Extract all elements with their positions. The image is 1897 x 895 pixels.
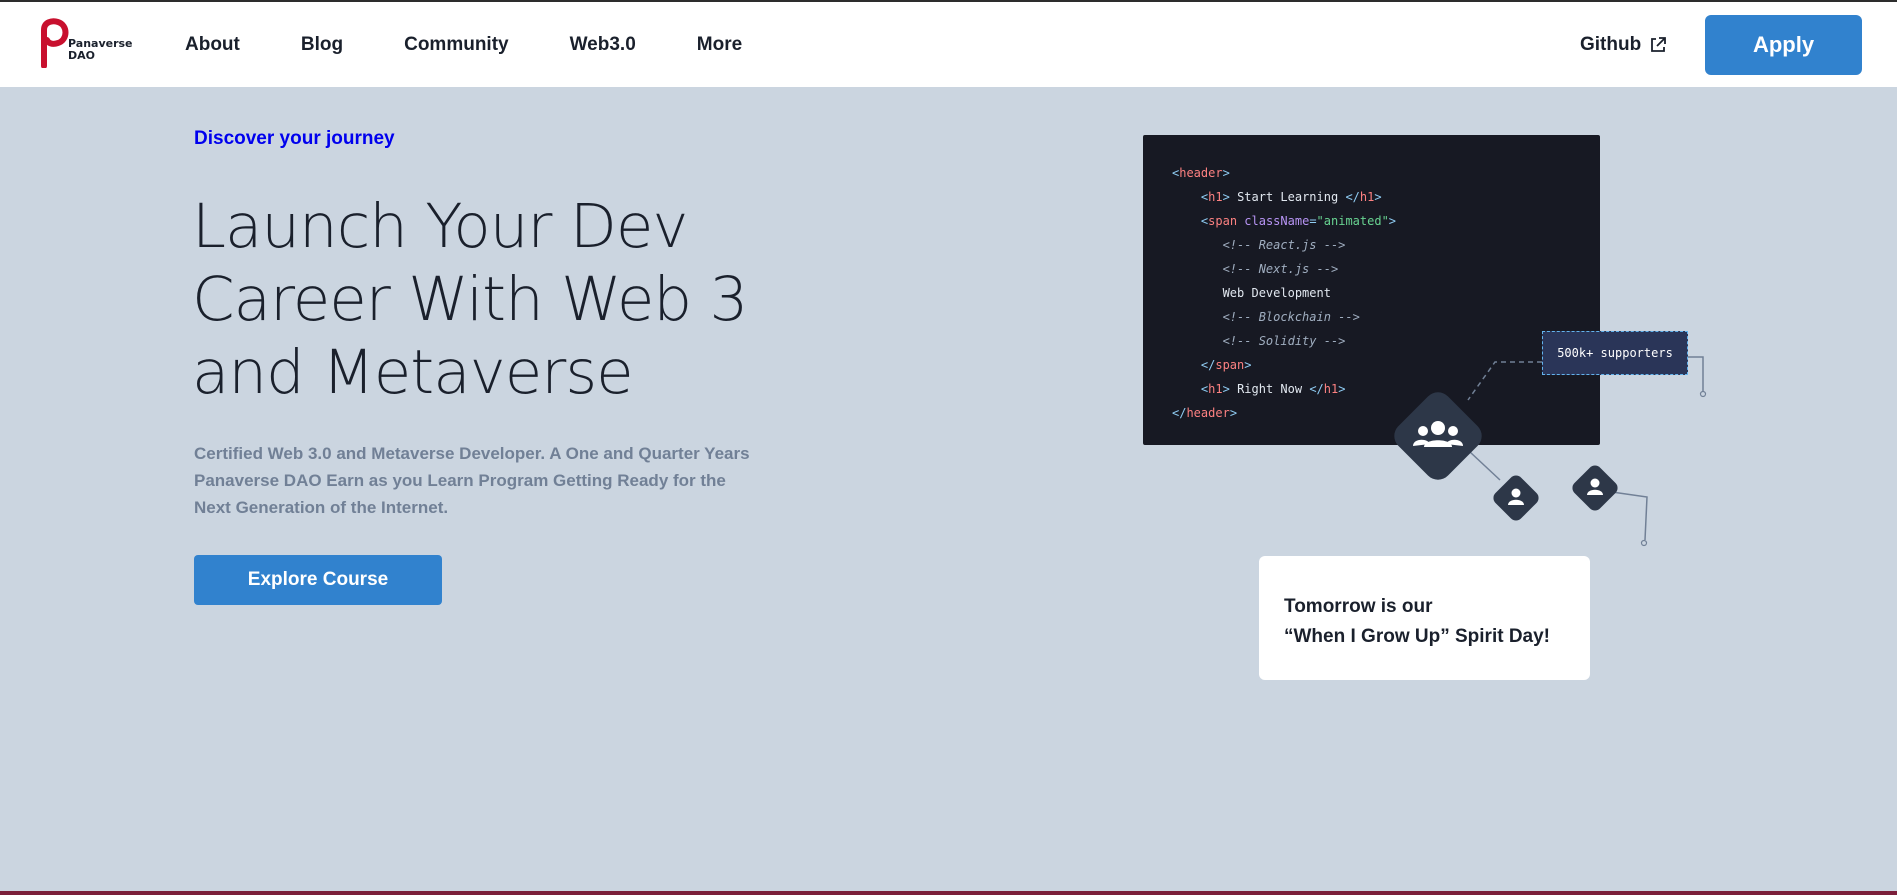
explore-course-button[interactable]: Explore Course <box>194 555 442 605</box>
logo-text-line2: DAO <box>68 49 95 62</box>
supporters-badge: 500k+ supporters <box>1542 331 1688 375</box>
code-snippet-card: <header> <h1> Start Learning </h1> <span… <box>1143 135 1600 445</box>
code-line: <span className="animated"> <box>1200 214 1397 228</box>
code-line: <!-- Solidity --> <box>1222 334 1346 348</box>
nav-about[interactable]: About <box>185 34 240 56</box>
logo-p-icon <box>41 18 69 68</box>
hero-headline: Launch Your Dev Career With Web 3 and Me… <box>192 191 748 408</box>
code-line: <!-- Next.js --> <box>1222 262 1339 276</box>
nav-web3[interactable]: Web3.0 <box>570 34 636 56</box>
github-label: Github <box>1580 33 1642 55</box>
code-line: </span> <box>1200 358 1252 372</box>
nav-more[interactable]: More <box>697 34 742 56</box>
code-line: <!-- Blockchain --> <box>1222 310 1360 324</box>
panaverse-logo[interactable]: Panaverse DAO <box>38 18 133 70</box>
github-link[interactable]: Github <box>1580 2 1667 87</box>
code-line: <h1> Right Now </h1> <box>1200 382 1346 396</box>
external-link-icon <box>1651 36 1667 52</box>
top-navbar: Panaverse DAO About Blog Community Web3.… <box>0 2 1897 87</box>
nav-community[interactable]: Community <box>404 34 509 56</box>
spirit-day-card: Tomorrow is our “When I Grow Up” Spirit … <box>1259 556 1590 680</box>
code-line: Web Development <box>1222 286 1331 300</box>
code-line: <!-- React.js --> <box>1222 238 1346 252</box>
bottom-border <box>0 891 1897 895</box>
code-line: <h1> Start Learning </h1> <box>1200 190 1382 204</box>
apply-button[interactable]: Apply <box>1705 15 1862 75</box>
nav-links: About Blog Community Web3.0 More <box>185 2 803 87</box>
code-line: <header> <box>1172 166 1230 180</box>
spirit-day-line2: “When I Grow Up” Spirit Day! <box>1284 626 1551 647</box>
hero-description: Certified Web 3.0 and Metaverse Develope… <box>194 444 750 517</box>
spirit-day-line1: Tomorrow is our <box>1284 596 1433 617</box>
nav-blog[interactable]: Blog <box>301 34 343 56</box>
hero-eyebrow: Discover your journey <box>194 128 395 149</box>
code-line: </header> <box>1172 406 1238 420</box>
